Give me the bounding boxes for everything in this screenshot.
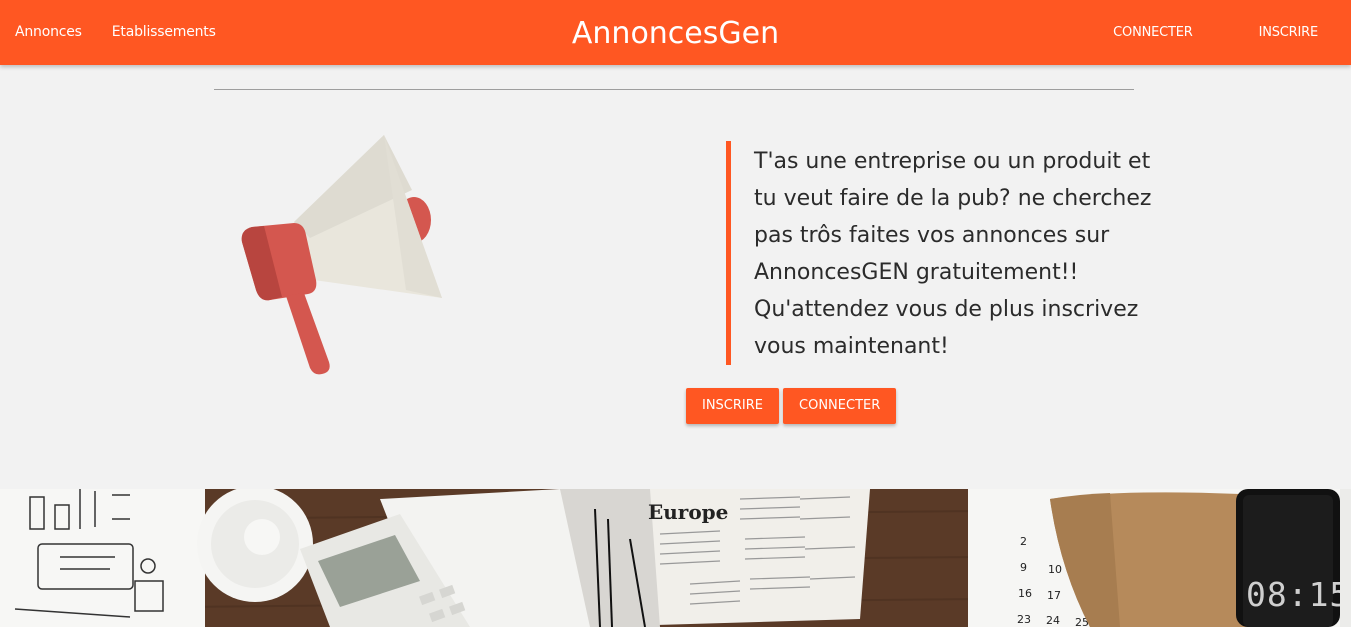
hero-actions: INSCRIRE CONNECTER <box>686 388 897 424</box>
svg-text:10: 10 <box>1048 563 1062 576</box>
nav-link-annonces[interactable]: Annonces <box>0 0 97 65</box>
register-button[interactable]: INSCRIRE <box>686 388 780 424</box>
megaphone-icon <box>234 130 449 380</box>
svg-text:2: 2 <box>1020 535 1027 548</box>
newspaper-heading: Europe <box>648 500 728 524</box>
nav-link-etablissements[interactable]: Etablissements <box>97 0 231 65</box>
svg-text:17: 17 <box>1047 589 1061 602</box>
brand-logo[interactable]: AnnoncesGen <box>572 16 779 51</box>
svg-text:24: 24 <box>1046 614 1060 627</box>
svg-text:9: 9 <box>1020 561 1027 574</box>
nav-right-links: CONNECTER INSCRIRE <box>1080 0 1351 65</box>
desk-banner-image: Europe 2 9 10 16 17 23 24 25 08:15 <box>0 489 1351 627</box>
login-button[interactable]: CONNECTER <box>783 388 897 424</box>
top-navbar: Annonces Etablissements AnnoncesGen CONN… <box>0 0 1351 65</box>
phone-time: 08:15 <box>1246 575 1350 614</box>
section-divider <box>214 89 1134 90</box>
nav-left-links: Annonces Etablissements <box>0 0 231 65</box>
promo-quote-text: T'as une entreprise ou un produit et tu … <box>754 149 1152 359</box>
nav-link-connecter[interactable]: CONNECTER <box>1080 0 1225 65</box>
promo-quote: T'as une entreprise ou un produit et tu … <box>726 141 1166 365</box>
svg-text:16: 16 <box>1018 587 1032 600</box>
svg-text:23: 23 <box>1017 613 1031 626</box>
nav-link-inscrire[interactable]: INSCRIRE <box>1226 0 1351 65</box>
